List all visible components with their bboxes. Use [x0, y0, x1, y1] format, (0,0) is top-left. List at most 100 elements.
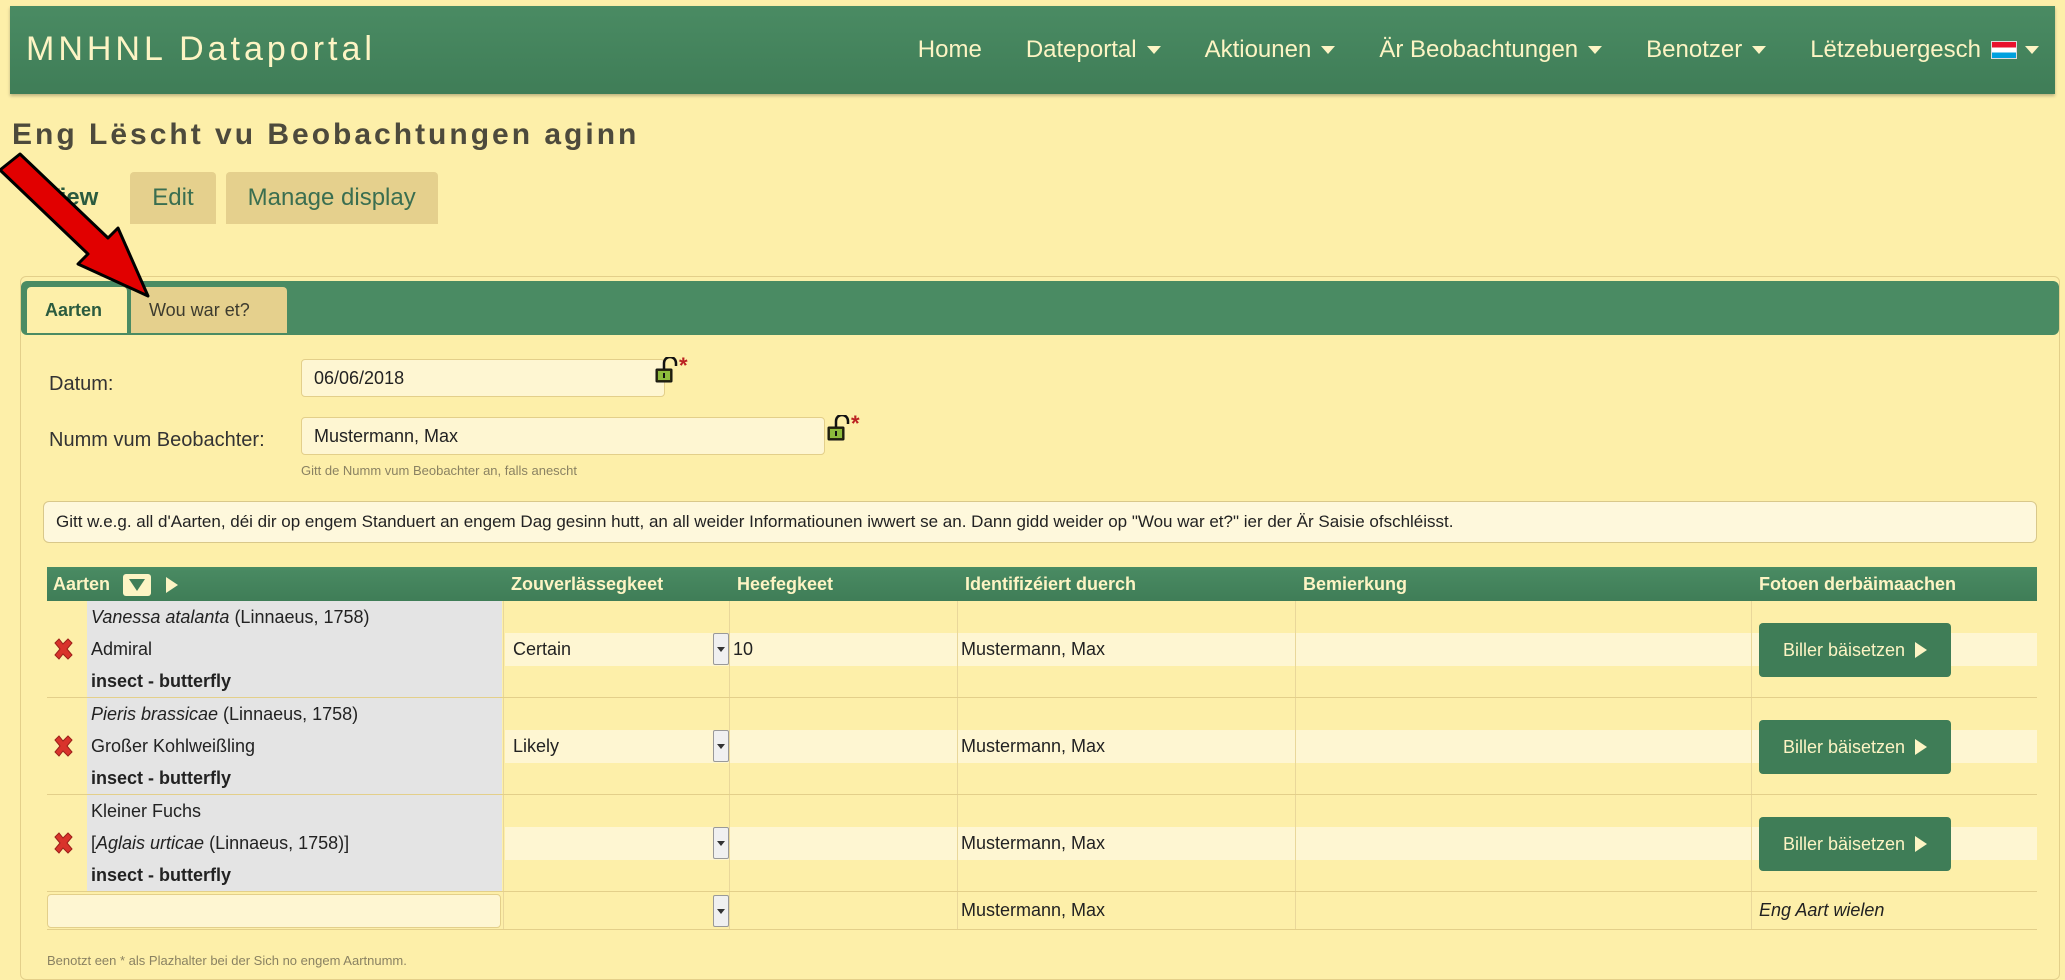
play-icon [1915, 836, 1928, 852]
nav-label: Benotzer [1646, 36, 1743, 63]
page-title: Eng Lëscht vu Beobachtungen aginn [12, 118, 640, 151]
date-label: Datum: [49, 373, 114, 395]
nav-ar-beobachtungen[interactable]: Är Beobachtungen [1379, 36, 1603, 64]
identified-by-input[interactable]: Mustermann, Max [961, 833, 1105, 854]
species-cell: Vanessa atalanta (Linnaeus, 1758) Admira… [87, 601, 502, 697]
site-brand[interactable]: MNHNL Dataportal [26, 30, 376, 69]
common-name: Admiral [91, 639, 153, 659]
nav-label: Dateportal [1025, 36, 1137, 63]
cell-divider [503, 795, 504, 891]
cell-divider [503, 698, 504, 794]
species-cell: Pieris brassicae (Linnaeus, 1758) Großer… [87, 698, 502, 794]
nav-label: Är Beobachtungen [1379, 36, 1579, 63]
identified-by-input[interactable]: Mustermann, Max [961, 900, 1105, 921]
observer-label: Numm vum Beobachter: [49, 429, 265, 451]
tab-edit[interactable]: Edit [130, 172, 216, 224]
species-author: (Linnaeus, 1758) [218, 704, 359, 724]
nav-label: Lëtzebuergesch [1810, 36, 1981, 63]
nav-benotzer[interactable]: Benotzer [1646, 36, 1767, 64]
tab-manage-display[interactable]: Manage display [225, 172, 438, 224]
scientific-name: Pieris brassicae [91, 704, 219, 724]
nav-aktiounen[interactable]: Aktiounen [1205, 36, 1336, 64]
header-identifizeiert-duerch: Identifizéiert duerch [965, 574, 1137, 594]
required-marker: * [679, 353, 688, 378]
new-species-input[interactable] [47, 894, 501, 928]
cell-divider [1295, 698, 1296, 794]
header-fotoen: Fotoen derbäimaachen [1759, 574, 1957, 594]
tab-view[interactable]: View [22, 172, 121, 224]
cell-divider [957, 892, 958, 929]
cell-divider [729, 698, 730, 794]
add-photos-button[interactable]: Biller bäisetzen [1759, 623, 1951, 677]
cell-divider [1295, 601, 1296, 697]
delete-icon[interactable] [51, 637, 75, 661]
header-bemierkung: Bemierkung [1303, 574, 1408, 594]
nav-language[interactable]: Lëtzebuergesch [1810, 36, 2039, 64]
required-marker: * [851, 411, 860, 436]
unlock-icon[interactable] [655, 357, 679, 383]
add-photos-button[interactable]: Biller bäisetzen [1759, 720, 1951, 774]
cell-divider [503, 601, 504, 697]
wildcard-hint: Benotzt een * als Plazhalter bei der Sic… [47, 953, 407, 968]
filter-icon[interactable] [123, 574, 152, 597]
top-navbar: MNHNL Dataportal Home Dateportal Aktioun… [10, 6, 2055, 94]
identified-by-input[interactable]: Mustermann, Max [961, 736, 1105, 757]
cell-divider [729, 795, 730, 891]
certainty-select[interactable]: Likely [513, 736, 559, 757]
cell-divider [729, 601, 730, 697]
observer-help-text: Gitt de Numm vum Beobachter an, falls an… [301, 463, 578, 478]
nav-home[interactable]: Home [918, 36, 982, 64]
caret-down-icon [1146, 46, 1161, 54]
common-name: Kleiner Fuchs [91, 801, 202, 821]
species-author: (Linnaeus, 1758)] [204, 833, 350, 853]
species-group: insect - butterfly [91, 671, 232, 691]
tab-wou-war-et[interactable]: Wou war et? [131, 287, 287, 333]
cell-divider [1295, 795, 1296, 891]
dropdown-arrow-icon[interactable] [713, 730, 729, 762]
cell-divider [1751, 795, 1752, 891]
button-label: Biller bäisetzen [1782, 639, 1906, 660]
identified-by-input[interactable]: Mustermann, Max [961, 639, 1105, 660]
scientific-name: Aglais urticae [96, 833, 205, 853]
button-label: Biller bäisetzen [1782, 736, 1906, 757]
cell-divider [1751, 601, 1752, 697]
delete-icon[interactable] [51, 831, 75, 855]
delete-icon[interactable] [51, 734, 75, 758]
unlock-icon[interactable] [827, 415, 851, 441]
add-species-hint: Eng Aart wielen [1759, 900, 1885, 920]
caret-down-icon [2025, 46, 2039, 54]
nav-label: Aktiounen [1204, 36, 1312, 63]
scientific-name: Vanessa atalanta [91, 607, 230, 627]
species-cell: Kleiner Fuchs [Aglais urticae (Linnaeus,… [87, 795, 502, 891]
sub-tab-strip [21, 281, 2059, 335]
instructions-box: Gitt w.e.g. all d'Aarten, déi dir op eng… [43, 501, 2037, 543]
expand-arrow-icon[interactable] [166, 577, 179, 594]
grid-header: Aarten Zouverlässegkeet Heefegkeet Ident… [47, 567, 2037, 601]
species-author: (Linnaeus, 1758) [229, 607, 370, 627]
table-row: Vanessa atalanta (Linnaeus, 1758) Admira… [47, 601, 2037, 698]
observer-input[interactable]: Mustermann, Max [301, 417, 825, 455]
add-photos-button[interactable]: Biller bäisetzen [1759, 817, 1951, 871]
primary-tabs: View Edit Manage display [22, 172, 448, 224]
cell-divider [1751, 698, 1752, 794]
cell-divider [1751, 892, 1752, 929]
luxembourg-flag-icon [1991, 41, 2017, 59]
dropdown-arrow-icon[interactable] [713, 895, 729, 927]
cell-divider [957, 601, 958, 697]
species-group: insect - butterfly [91, 768, 232, 788]
dropdown-arrow-icon[interactable] [713, 633, 729, 665]
tab-aarten[interactable]: Aarten [27, 287, 127, 333]
certainty-select[interactable]: Certain [513, 639, 571, 660]
common-name: Großer Kohlweißling [91, 736, 256, 756]
species-grid: Aarten Zouverlässegkeet Heefegkeet Ident… [47, 567, 2037, 930]
table-row: Kleiner Fuchs [Aglais urticae (Linnaeus,… [47, 795, 2037, 892]
header-heefegkeet: Heefegkeet [737, 574, 834, 594]
date-input[interactable]: 06/06/2018 [301, 359, 665, 397]
form-panel: Aarten Wou war et? Datum: 06/06/2018 * N… [20, 276, 2060, 980]
header-label: Aarten [53, 574, 111, 594]
new-species-row: Mustermann, Max Eng Aart wielen [47, 892, 2037, 930]
main-menu: Home Dateportal Aktiounen Är Beobachtung… [874, 6, 2055, 94]
abundance-input[interactable]: 10 [733, 639, 753, 660]
dropdown-arrow-icon[interactable] [713, 827, 729, 859]
nav-dateportal[interactable]: Dateportal [1026, 36, 1161, 64]
